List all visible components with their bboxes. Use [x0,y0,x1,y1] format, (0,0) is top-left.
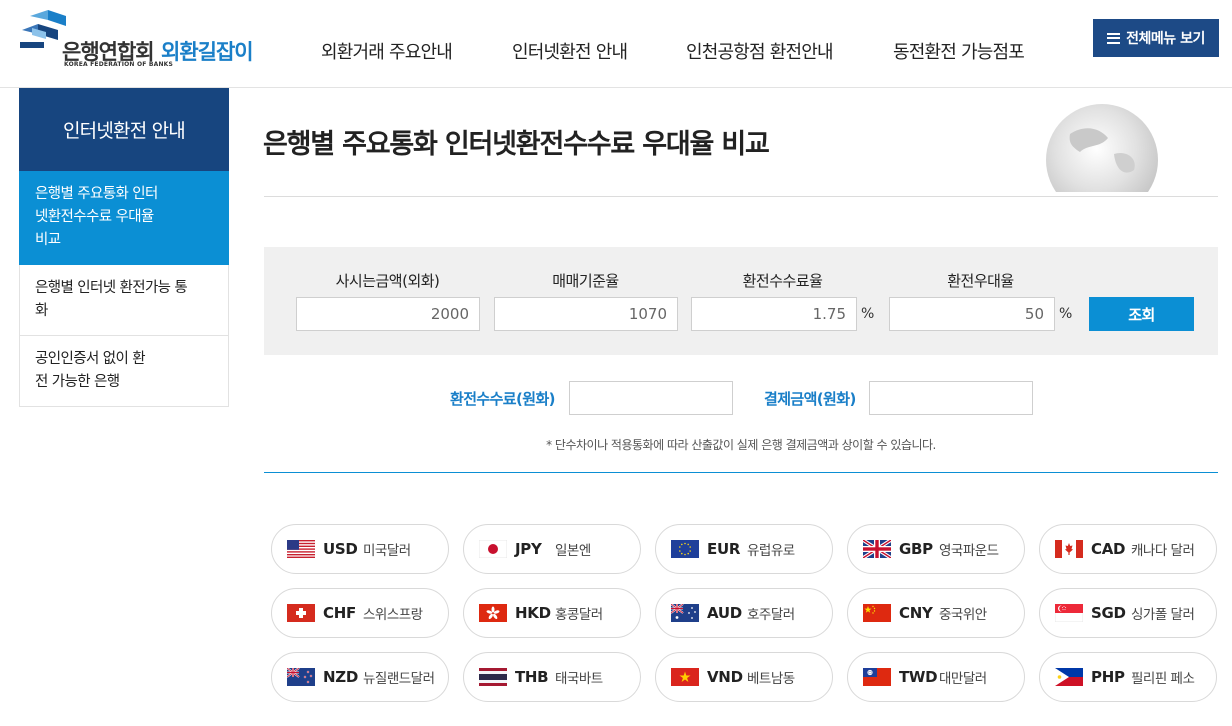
currency-twd[interactable]: TWD 대만달러 [847,652,1025,702]
currency-code: SGD [1091,604,1126,622]
currency-code: GBP [899,540,933,558]
currency-code: NZD [323,668,358,686]
currency-vnd[interactable]: VND 베트남동 [655,652,833,702]
currency-code: VND [707,668,743,686]
currency-name: 뉴질랜드달러 [363,671,435,687]
all-menu-button[interactable]: 전체메뉴 보기 [1093,19,1219,57]
sidebar-item-fee-comparison[interactable]: 은행별 주요통화 인터넷환전수수료 우대율 비교 [19,171,229,265]
hongkong-flag-icon [479,604,507,622]
preferential-input[interactable]: 50 [889,297,1055,331]
currency-code: CHF [323,604,356,622]
notice-text: * 단수차이나 적용통화에 따라 산출값이 실제 은행 결제금액과 상이할 수 … [546,438,936,452]
amount-input[interactable]: 2000 [296,297,480,331]
currency-hkd[interactable]: HKD 홍콩달러 [463,588,641,638]
canada-flag-icon [1055,540,1083,558]
currency-code: JPY [515,540,542,558]
currency-name: 중국위안 [939,607,987,623]
australia-flag-icon [671,604,699,622]
currency-name: 싱가폴 달러 [1131,607,1195,623]
section-divider [264,472,1218,473]
currency-nzd[interactable]: NZD 뉴질랜드달러 [271,652,449,702]
payment-result-field[interactable] [869,381,1033,415]
currency-code: CAD [1091,540,1126,558]
china-flag-icon [863,604,891,622]
gnb-item-internet-exchange[interactable]: 인터넷환전 안내 [512,38,628,64]
currency-name: 필리핀 페소 [1131,671,1195,687]
currency-name: 태국바트 [555,671,603,687]
all-menu-label: 전체메뉴 보기 [1126,31,1205,47]
currency-code: HKD [515,604,551,622]
currency-name: 호주달러 [747,607,795,623]
currency-sgd[interactable]: SGD 싱가폴 달러 [1039,588,1217,638]
base-rate-label: 매매기준율 [552,272,619,290]
currency-chf[interactable]: CHF 스위스프랑 [271,588,449,638]
currency-cny[interactable]: CNY 중국위안 [847,588,1025,638]
thailand-flag-icon [479,668,507,686]
base-rate-input[interactable]: 1070 [494,297,678,331]
fee-result-field[interactable] [569,381,733,415]
currency-name: 일본엔 [555,543,591,559]
currency-code: EUR [707,540,741,558]
sidebar-item-no-cert-banks[interactable]: 공인인증서 없이 환전 가능한 은행 [19,336,229,407]
newzealand-flag-icon [287,668,315,686]
sidebar-item-label: 은행별 주요통화 인터넷환전수수료 우대율 비교 [35,186,158,248]
amount-label: 사시는금액(외화) [335,272,440,290]
currency-code: AUD [707,604,742,622]
page-title: 은행별 주요통화 인터넷환전수수료 우대율 비교 [263,129,770,160]
currency-code: TWD [899,668,938,686]
logo-subtitle: KOREA FEDERATION OF BANKS [64,61,174,68]
sidebar-item-available-currencies[interactable]: 은행별 인터넷 환전가능 통화 [19,265,229,336]
gnb-item-incheon-airport[interactable]: 인천공항점 환전안내 [686,38,834,64]
currency-name: 유럽유로 [747,543,795,559]
eu-flag-icon [671,540,699,558]
singapore-flag-icon [1055,604,1083,622]
currency-name: 캐나다 달러 [1131,543,1195,559]
currency-eur[interactable]: EUR 유럽유로 [655,524,833,574]
currency-cad[interactable]: CAD 캐나다 달러 [1039,524,1217,574]
service-name: 외환길잡이 [161,40,254,64]
sidebar-item-label: 공인인증서 없이 환전 가능한 은행 [35,351,146,390]
us-flag-icon [287,540,315,558]
currency-code: THB [515,668,549,686]
japan-flag-icon [479,540,507,558]
sidebar-title: 인터넷환전 안내 [19,88,229,171]
site-logo[interactable]: 은행연합회 KOREA FEDERATION OF BANKS 외환길잡이 [18,8,268,72]
currency-code: USD [323,540,358,558]
currency-gbp[interactable]: GBP 영국파운드 [847,524,1025,574]
fee-rate-label: 환전수수료율 [742,272,823,290]
currency-usd[interactable]: USD 미국달러 [271,524,449,574]
vietnam-flag-icon [671,668,699,686]
site-header: 은행연합회 KOREA FEDERATION OF BANKS 외환길잡이 외환… [0,0,1232,88]
uk-flag-icon [863,540,891,558]
preferential-label: 환전우대율 [947,272,1014,290]
percent-sign: % [1059,306,1073,322]
gnb-item-fx-guide[interactable]: 외환거래 주요안내 [321,38,453,64]
currency-name: 스위스프랑 [363,607,423,623]
currency-name: 영국파운드 [939,543,999,559]
currency-php[interactable]: PHP 필리핀 페소 [1039,652,1217,702]
sidebar: 인터넷환전 안내 은행별 주요통화 인터넷환전수수료 우대율 비교 은행별 인터… [19,88,229,407]
percent-sign: % [861,306,875,322]
currency-name: 홍콩달러 [555,607,603,623]
currency-name: 베트남동 [747,671,795,687]
fee-result-label: 환전수수료(원화) [450,390,556,408]
payment-result-label: 결제금액(원화) [764,390,856,408]
title-divider [264,196,1218,197]
currency-aud[interactable]: AUD 호주달러 [655,588,833,638]
query-button[interactable]: 조회 [1089,297,1194,331]
sidebar-item-label: 은행별 인터넷 환전가능 통화 [35,280,188,319]
currency-code: CNY [899,604,933,622]
philippines-flag-icon [1055,668,1083,686]
currency-code: PHP [1091,668,1125,686]
hamburger-icon [1107,32,1121,44]
taiwan-flag-icon [863,668,891,686]
currency-jpy[interactable]: JPY 일본엔 [463,524,641,574]
gnb-item-coin-exchange[interactable]: 동전환전 가능점포 [893,38,1025,64]
fee-rate-input[interactable]: 1.75 [691,297,857,331]
currency-thb[interactable]: THB 태국바트 [463,652,641,702]
currency-name: 미국달러 [363,543,411,559]
swiss-flag-icon [287,604,315,622]
globe-decoration-icon [1030,104,1170,196]
currency-name: 대만달러 [939,671,987,687]
